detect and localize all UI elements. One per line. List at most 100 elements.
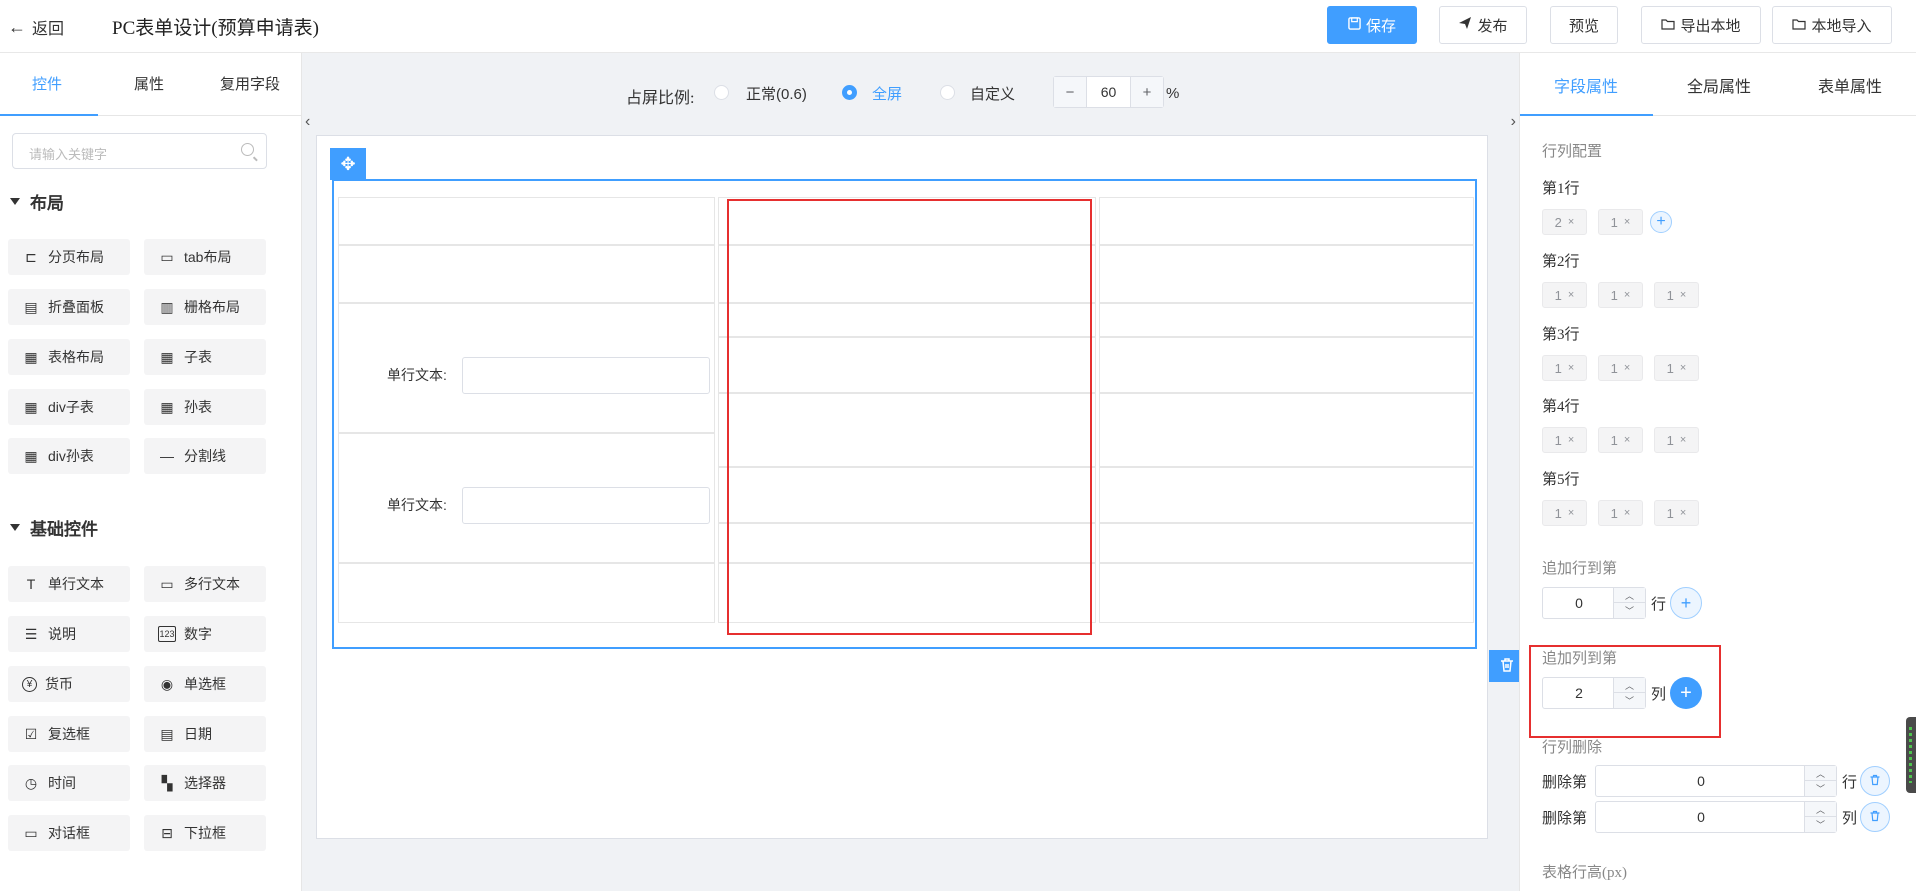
export-local-button[interactable]: 导出本地 bbox=[1641, 6, 1761, 44]
table-cell[interactable] bbox=[1099, 197, 1474, 245]
component-single-line-text[interactable]: T 单行文本 bbox=[8, 566, 130, 602]
close-icon[interactable]: × bbox=[1680, 434, 1686, 446]
close-icon[interactable]: × bbox=[1624, 289, 1630, 301]
component-divider[interactable]: — 分割线 bbox=[144, 438, 266, 474]
close-icon[interactable]: × bbox=[1624, 362, 1630, 374]
close-icon[interactable]: × bbox=[1568, 362, 1574, 374]
table-cell[interactable] bbox=[1099, 245, 1474, 303]
close-icon[interactable]: × bbox=[1624, 216, 1630, 228]
tab-field-properties[interactable]: 字段属性 bbox=[1554, 73, 1618, 97]
component-date[interactable]: ▤ 日期 bbox=[144, 716, 266, 752]
component-dialog[interactable]: ▭ 对话框 bbox=[8, 815, 130, 851]
radio-fullscreen-label[interactable]: 全屏 bbox=[872, 83, 902, 104]
component-currency[interactable]: ¥ 货币 bbox=[8, 666, 130, 702]
column-span-tag[interactable]: 1 × bbox=[1542, 282, 1587, 308]
component-grid-layout[interactable]: ▥ 栅格布局 bbox=[144, 289, 266, 325]
component-grandchild-table[interactable]: ▦ 孙表 bbox=[144, 389, 266, 425]
table-cell[interactable] bbox=[1099, 563, 1474, 623]
floating-side-tab[interactable] bbox=[1906, 717, 1916, 793]
radio-normal[interactable] bbox=[714, 85, 729, 100]
delete-row-button[interactable] bbox=[1860, 766, 1890, 796]
append-row-button[interactable]: + bbox=[1670, 587, 1702, 619]
close-icon[interactable]: × bbox=[1624, 507, 1630, 519]
chevron-down-icon[interactable]: ﹀ bbox=[1805, 817, 1836, 832]
column-span-tag[interactable]: 2 × bbox=[1542, 209, 1587, 235]
table-cell[interactable] bbox=[1099, 523, 1474, 563]
column-span-tag[interactable]: 1 × bbox=[1598, 500, 1643, 526]
column-span-tag[interactable]: 1 × bbox=[1598, 427, 1643, 453]
close-icon[interactable]: × bbox=[1568, 507, 1574, 519]
tab-form-properties[interactable]: 表单属性 bbox=[1818, 73, 1882, 97]
close-icon[interactable]: × bbox=[1568, 289, 1574, 301]
component-table-layout[interactable]: ▦ 表格布局 bbox=[8, 339, 130, 375]
chevron-up-icon[interactable]: ︿ bbox=[1805, 766, 1836, 781]
column-span-tag[interactable]: 1 × bbox=[1542, 500, 1587, 526]
component-number[interactable]: 123 数字 bbox=[144, 616, 266, 652]
chevron-up-icon[interactable]: ︿ bbox=[1614, 588, 1645, 603]
component-selector[interactable]: ▚ 选择器 bbox=[144, 765, 266, 801]
component-tab-layout[interactable]: ▭ tab布局 bbox=[144, 239, 266, 275]
table-layout[interactable]: 单行文本: 单行文本: bbox=[332, 179, 1477, 649]
section-layout[interactable]: 布局 bbox=[10, 189, 64, 214]
delete-row-input[interactable]: 0 ︿ ﹀ bbox=[1595, 765, 1837, 797]
tab-global-properties[interactable]: 全局属性 bbox=[1687, 73, 1751, 97]
decrement-button[interactable]: − bbox=[1054, 77, 1086, 107]
single-line-text-input[interactable] bbox=[462, 487, 710, 524]
component-collapse-panel[interactable]: ▤ 折叠面板 bbox=[8, 289, 130, 325]
close-icon[interactable]: × bbox=[1624, 434, 1630, 446]
radio-fullscreen[interactable] bbox=[842, 85, 857, 100]
delete-col-button[interactable] bbox=[1860, 802, 1890, 832]
column-span-tag[interactable]: 1 × bbox=[1598, 355, 1643, 381]
column-span-tag[interactable]: 1 × bbox=[1654, 282, 1699, 308]
preview-button[interactable]: 预览 bbox=[1550, 6, 1618, 44]
custom-ratio-value[interactable]: 60 bbox=[1086, 77, 1131, 107]
column-span-tag[interactable]: 1 × bbox=[1598, 209, 1643, 235]
component-div-grandchild-table[interactable]: ▦ div孙表 bbox=[8, 438, 130, 474]
component-div-subtable[interactable]: ▦ div子表 bbox=[8, 389, 130, 425]
custom-ratio-stepper[interactable]: − 60 + bbox=[1053, 76, 1164, 108]
close-icon[interactable]: × bbox=[1680, 362, 1686, 374]
back-button[interactable]: ← 返回 bbox=[8, 15, 64, 39]
chevron-down-icon[interactable]: ﹀ bbox=[1805, 781, 1836, 796]
component-checkbox[interactable]: ☑ 复选框 bbox=[8, 716, 130, 752]
tab-reused-fields[interactable]: 复用字段 bbox=[220, 73, 280, 94]
single-line-text-input[interactable] bbox=[462, 357, 710, 394]
column-span-tag[interactable]: 1 × bbox=[1542, 427, 1587, 453]
chevron-up-icon[interactable]: ︿ bbox=[1805, 802, 1836, 817]
table-cell[interactable] bbox=[1099, 393, 1474, 467]
close-icon[interactable]: × bbox=[1568, 434, 1574, 446]
move-icon[interactable]: ✥ bbox=[330, 148, 366, 180]
publish-button[interactable]: 发布 bbox=[1439, 6, 1527, 44]
column-span-tag[interactable]: 1 × bbox=[1542, 355, 1587, 381]
chevron-down-icon[interactable]: ﹀ bbox=[1614, 603, 1645, 618]
delete-col-input[interactable]: 0 ︿ ﹀ bbox=[1595, 801, 1837, 833]
radio-custom-label[interactable]: 自定义 bbox=[970, 83, 1015, 104]
table-cell[interactable] bbox=[1099, 337, 1474, 393]
increment-button[interactable]: + bbox=[1131, 77, 1163, 107]
component-multi-line-text[interactable]: ▭ 多行文本 bbox=[144, 566, 266, 602]
close-icon[interactable]: × bbox=[1680, 507, 1686, 519]
close-icon[interactable]: × bbox=[1568, 216, 1574, 228]
collapse-left-icon[interactable]: ‹ bbox=[305, 113, 310, 131]
column-span-tag[interactable]: 1 × bbox=[1654, 500, 1699, 526]
component-dropdown[interactable]: ⊟ 下拉框 bbox=[144, 815, 266, 851]
component-description[interactable]: ☰ 说明 bbox=[8, 616, 130, 652]
import-local-button[interactable]: 本地导入 bbox=[1772, 6, 1892, 44]
append-row-input[interactable]: 0 ︿ ﹀ bbox=[1542, 587, 1646, 619]
component-subtable[interactable]: ▦ 子表 bbox=[144, 339, 266, 375]
table-cell[interactable] bbox=[338, 563, 715, 623]
component-time[interactable]: ◷ 时间 bbox=[8, 765, 130, 801]
table-cell[interactable] bbox=[1099, 467, 1474, 523]
save-button[interactable]: 保存 bbox=[1327, 6, 1417, 44]
table-cell[interactable] bbox=[338, 197, 715, 245]
column-span-tag[interactable]: 1 × bbox=[1598, 282, 1643, 308]
section-basic-controls[interactable]: 基础控件 bbox=[10, 515, 98, 540]
column-span-tag[interactable]: 1 × bbox=[1654, 427, 1699, 453]
collapse-right-icon[interactable]: › bbox=[1511, 113, 1516, 131]
table-cell[interactable] bbox=[338, 245, 715, 303]
tab-properties[interactable]: 属性 bbox=[134, 73, 164, 94]
close-icon[interactable]: × bbox=[1680, 289, 1686, 301]
radio-custom[interactable] bbox=[940, 85, 955, 100]
column-span-tag[interactable]: 1 × bbox=[1654, 355, 1699, 381]
search-input[interactable]: 请输入关键字 bbox=[12, 133, 267, 169]
